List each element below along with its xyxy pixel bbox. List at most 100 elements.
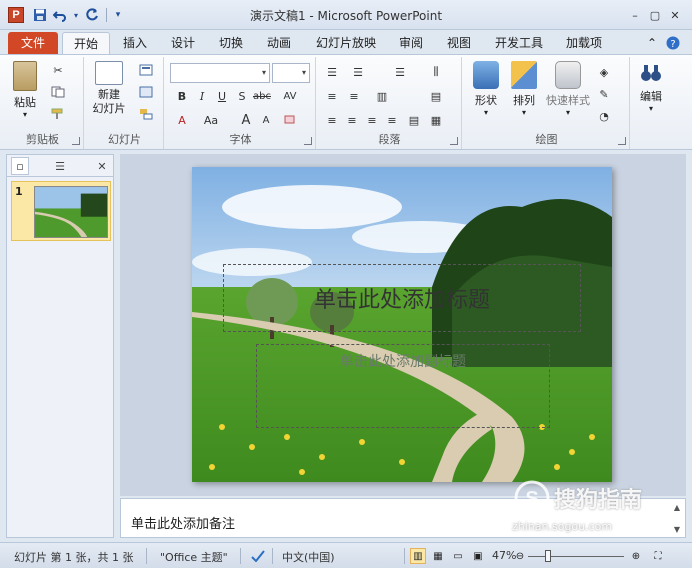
text-direction-icon[interactable]: ⫼ xyxy=(428,65,444,79)
shadow-button[interactable]: S xyxy=(234,89,250,103)
shape-outline-icon[interactable]: ✎ xyxy=(596,87,612,101)
drawing-launcher-icon[interactable] xyxy=(618,137,626,145)
tab-review[interactable]: 审阅 xyxy=(390,32,432,54)
font-name-select[interactable]: ▾ xyxy=(170,63,270,83)
slides-group-label: 幻灯片 xyxy=(108,133,141,146)
zoom-in-icon[interactable]: ⊕ xyxy=(628,548,644,564)
distributed-icon[interactable]: ▤ xyxy=(406,113,422,127)
copy-icon[interactable] xyxy=(50,85,66,99)
tab-home[interactable]: 开始 xyxy=(62,32,110,54)
align-left-icon[interactable]: ≡ xyxy=(324,113,340,127)
numbering-icon[interactable]: ☰ xyxy=(350,65,366,79)
tab-design[interactable]: 设计 xyxy=(162,32,204,54)
editing-button[interactable]: 编辑 ▾ xyxy=(634,61,668,113)
close-panel-icon[interactable]: ✕ xyxy=(93,157,111,175)
tab-slideshow[interactable]: 幻灯片放映 xyxy=(306,32,386,54)
bold-button[interactable]: B xyxy=(174,89,190,103)
notes-placeholder[interactable]: 单击此处添加备注 xyxy=(131,513,235,532)
font-name-dropdown-icon: ▾ xyxy=(261,68,266,77)
reading-view-icon[interactable]: ▭ xyxy=(450,548,466,564)
tab-insert[interactable]: 插入 xyxy=(114,32,156,54)
italic-button[interactable]: I xyxy=(194,89,210,103)
smartart-icon[interactable]: ▦ xyxy=(428,113,444,127)
align-text-icon[interactable]: ▤ xyxy=(428,89,444,103)
increase-indent-icon[interactable]: ≡ xyxy=(346,89,362,103)
character-spacing-button[interactable]: AV xyxy=(282,89,298,103)
change-case-button[interactable]: Aa xyxy=(200,113,222,127)
format-painter-icon[interactable] xyxy=(50,107,66,121)
slides-group: 新建 幻灯片 幻灯片 xyxy=(86,57,164,149)
tab-developer[interactable]: 开发工具 xyxy=(486,32,552,54)
cut-icon[interactable]: ✂ xyxy=(50,63,66,77)
clipboard-group: 粘贴 ▾ ✂ 剪贴板 xyxy=(2,57,84,149)
slide-editing-area: 单击此处添加标题 单击此处添加副标题 xyxy=(120,154,686,496)
reset-icon[interactable] xyxy=(138,85,154,99)
tab-transitions[interactable]: 切换 xyxy=(210,32,252,54)
tab-addins[interactable]: 加载项 xyxy=(556,32,612,54)
maximize-button[interactable]: ▢ xyxy=(648,8,662,22)
shrink-font-button[interactable]: A xyxy=(258,113,274,127)
section-icon[interactable] xyxy=(138,107,154,121)
columns-icon[interactable]: ▥ xyxy=(374,89,390,103)
status-separator xyxy=(146,548,147,564)
decrease-indent-icon[interactable]: ≡ xyxy=(324,89,340,103)
zoom-out-icon[interactable]: ⊖ xyxy=(512,548,528,564)
slideshow-view-icon[interactable]: ▣ xyxy=(470,548,486,564)
tab-animations[interactable]: 动画 xyxy=(258,32,300,54)
align-right-icon[interactable]: ≡ xyxy=(364,113,380,127)
spell-check-icon[interactable] xyxy=(250,548,266,564)
tab-view[interactable]: 视图 xyxy=(438,32,480,54)
paragraph-group-label: 段落 xyxy=(378,133,401,146)
layout-icon[interactable] xyxy=(138,63,154,77)
strikethrough-button[interactable]: abc xyxy=(253,89,271,103)
bullets-icon[interactable]: ☰ xyxy=(324,65,340,79)
status-separator xyxy=(240,548,241,564)
slide-thumbnail-1[interactable]: 1 xyxy=(11,181,111,241)
arrange-button[interactable]: 排列 ▾ xyxy=(506,61,542,117)
outline-tab-icon[interactable]: ☰ xyxy=(51,157,69,175)
slide-sorter-view-icon[interactable]: ▦ xyxy=(430,548,446,564)
zoom-slider-thumb[interactable] xyxy=(544,550,551,562)
font-group-label: 字体 xyxy=(229,133,252,146)
grow-font-button[interactable]: A xyxy=(238,113,254,128)
shapes-dropdown-icon: ▾ xyxy=(483,108,488,117)
new-slide-label: 新建 幻灯片 xyxy=(92,88,126,115)
slides-tab-icon[interactable]: ▫ xyxy=(11,157,29,175)
new-slide-icon xyxy=(95,61,123,85)
underline-button[interactable]: U xyxy=(214,89,230,103)
shape-fill-icon[interactable]: ◈ xyxy=(596,65,612,79)
notes-pane[interactable]: 单击此处添加备注 ▲ ▼ xyxy=(120,498,686,538)
ribbon-tab-bar: 文件 开始 插入 设计 切换 动画 幻灯片放映 审阅 视图 开发工具 加载项 ⌃… xyxy=(0,30,692,54)
paragraph-group: ☰ ☰ ☰ ⫼ ≡ ≡ ▥ ▤ ≡ ≡ ≡ ≡ ▤ ▦ 段落 xyxy=(318,57,462,149)
zoom-slider-track[interactable] xyxy=(528,556,624,557)
language-status[interactable]: 中文(中国) xyxy=(282,549,335,565)
quick-styles-button[interactable]: 快速样式 ▾ xyxy=(544,61,592,117)
help-icon[interactable]: ? xyxy=(664,32,682,54)
normal-view-icon[interactable]: ▥ xyxy=(410,548,426,564)
font-launcher-icon[interactable] xyxy=(304,137,312,145)
theme-status[interactable]: "Office 主题" xyxy=(160,549,228,565)
paste-button[interactable]: 粘贴 ▾ xyxy=(8,61,42,119)
tab-file[interactable]: 文件 xyxy=(8,32,58,54)
shape-effects-icon[interactable]: ◔ xyxy=(596,109,612,123)
font-color-button[interactable]: A xyxy=(174,113,190,127)
notes-scroll-up-icon[interactable]: ▲ xyxy=(671,501,683,513)
clear-formatting-icon[interactable] xyxy=(282,113,298,127)
shapes-icon xyxy=(473,61,499,89)
minimize-button[interactable]: – xyxy=(628,8,642,22)
title-placeholder[interactable]: 单击此处添加标题 xyxy=(223,264,581,332)
justify-icon[interactable]: ≡ xyxy=(384,113,400,127)
notes-scroll-down-icon[interactable]: ▼ xyxy=(671,523,683,535)
align-center-icon[interactable]: ≡ xyxy=(344,113,360,127)
shapes-button[interactable]: 形状 ▾ xyxy=(468,61,504,117)
clipboard-launcher-icon[interactable] xyxy=(72,137,80,145)
collapse-ribbon-icon[interactable]: ⌃ xyxy=(644,32,660,54)
close-button[interactable]: ✕ xyxy=(668,8,682,22)
new-slide-button[interactable]: 新建 幻灯片 xyxy=(88,61,130,116)
paragraph-launcher-icon[interactable] xyxy=(450,137,458,145)
font-size-select[interactable]: ▾ xyxy=(272,63,310,83)
slide-canvas[interactable]: 单击此处添加标题 单击此处添加副标题 xyxy=(192,167,612,482)
subtitle-placeholder[interactable]: 单击此处添加副标题 xyxy=(256,344,550,428)
line-spacing-icon[interactable]: ☰ xyxy=(392,65,408,79)
fit-to-window-icon[interactable]: ⛶ xyxy=(650,548,666,564)
